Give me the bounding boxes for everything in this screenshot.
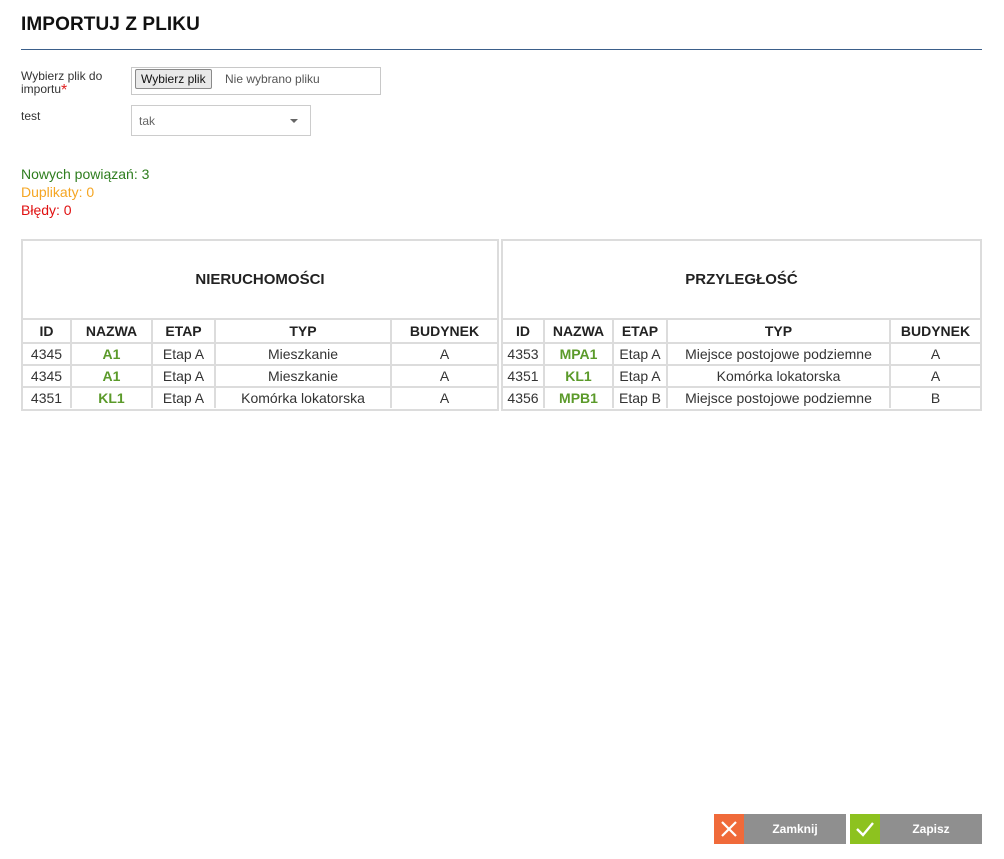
- adjacency-table-title: PRZYLEGŁOŚĆ: [503, 241, 980, 320]
- table-row: 4351 KL1 Etap A Komórka lokatorska A: [23, 386, 497, 408]
- column-header-type: TYP: [214, 320, 392, 344]
- errors-count: Błędy: 0: [21, 202, 72, 218]
- cell-stage: Etap B: [612, 386, 668, 408]
- cell-id: 4345: [23, 342, 72, 366]
- adjacency-table: ID NAZWA ETAP TYP BUDYNEK 4353 MPA1 Etap…: [503, 320, 980, 408]
- test-select-value: tak: [139, 114, 156, 128]
- test-field-label: test: [21, 109, 41, 123]
- column-header-stage: ETAP: [151, 320, 216, 344]
- required-marker: *: [61, 82, 68, 99]
- save-button-label: Zapisz: [912, 822, 950, 836]
- cell-id: 4345: [23, 364, 72, 388]
- file-field-label: Wybierz plik do importu*: [21, 70, 121, 99]
- cell-stage: Etap A: [612, 342, 668, 366]
- column-header-name: NAZWA: [70, 320, 153, 344]
- close-button-label: Zamknij: [772, 822, 818, 836]
- check-icon: [850, 814, 880, 844]
- cell-name-link[interactable]: A1: [70, 342, 153, 366]
- table-row: 4351 KL1 Etap A Komórka lokatorska A: [503, 364, 980, 388]
- cell-building: A: [390, 364, 497, 388]
- cell-id: 4351: [23, 386, 72, 408]
- cell-name-link[interactable]: KL1: [543, 364, 614, 388]
- dialog-title: IMPORTUJ Z PLIKU: [21, 14, 200, 35]
- column-header-building: BUDYNEK: [390, 320, 497, 344]
- column-header-id: ID: [23, 320, 72, 344]
- cell-stage: Etap A: [612, 364, 668, 388]
- cell-type: Mieszkanie: [214, 364, 392, 388]
- properties-table: ID NAZWA ETAP TYP BUDYNEK 4345 A1 Etap A…: [23, 320, 497, 408]
- adjacency-table-panel: PRZYLEGŁOŚĆ ID NAZWA ETAP TYP BUDYNEK 43…: [501, 239, 982, 411]
- cell-building: A: [889, 364, 980, 388]
- table-row: 4345 A1 Etap A Mieszkanie A: [23, 342, 497, 366]
- cell-id: 4356: [503, 386, 545, 408]
- close-icon: [714, 814, 744, 844]
- properties-table-title: NIERUCHOMOŚCI: [23, 241, 497, 320]
- file-status-text: Nie wybrano pliku: [225, 72, 320, 86]
- save-button[interactable]: Zapisz: [850, 814, 982, 844]
- cell-id: 4353: [503, 342, 545, 366]
- cell-type: Miejsce postojowe podziemne: [666, 386, 891, 408]
- duplicates-count: Duplikaty: 0: [21, 184, 95, 200]
- cell-type: Miejsce postojowe podziemne: [666, 342, 891, 366]
- close-button[interactable]: Zamknij: [714, 814, 846, 844]
- cell-stage: Etap A: [151, 342, 216, 366]
- column-header-id: ID: [503, 320, 545, 344]
- cell-type: Komórka lokatorska: [666, 364, 891, 388]
- column-header-type: TYP: [666, 320, 891, 344]
- table-row: 4345 A1 Etap A Mieszkanie A: [23, 364, 497, 388]
- cell-stage: Etap A: [151, 386, 216, 408]
- choose-file-button[interactable]: Wybierz plik: [135, 69, 212, 89]
- cell-stage: Etap A: [151, 364, 216, 388]
- cell-name-link[interactable]: MPB1: [543, 386, 614, 408]
- cell-building: A: [889, 342, 980, 366]
- cell-building: A: [390, 386, 497, 408]
- column-header-building: BUDYNEK: [889, 320, 980, 344]
- cell-name-link[interactable]: A1: [70, 364, 153, 388]
- title-divider: [21, 49, 982, 50]
- table-row: 4356 MPB1 Etap B Miejsce postojowe podzi…: [503, 386, 980, 408]
- file-input[interactable]: Wybierz plik Nie wybrano pliku: [131, 67, 381, 95]
- column-header-stage: ETAP: [612, 320, 668, 344]
- properties-table-panel: NIERUCHOMOŚCI ID NAZWA ETAP TYP BUDYNEK …: [21, 239, 499, 411]
- cell-building: A: [390, 342, 497, 366]
- new-links-count: Nowych powiązań: 3: [21, 166, 150, 182]
- caret-down-icon: [290, 119, 298, 123]
- cell-id: 4351: [503, 364, 545, 388]
- cell-name-link[interactable]: MPA1: [543, 342, 614, 366]
- test-select[interactable]: tak: [131, 105, 311, 136]
- cell-type: Komórka lokatorska: [214, 386, 392, 408]
- cell-type: Mieszkanie: [214, 342, 392, 366]
- cell-building: B: [889, 386, 980, 408]
- cell-name-link[interactable]: KL1: [70, 386, 153, 408]
- column-header-name: NAZWA: [543, 320, 614, 344]
- table-row: 4353 MPA1 Etap A Miejsce postojowe podzi…: [503, 342, 980, 366]
